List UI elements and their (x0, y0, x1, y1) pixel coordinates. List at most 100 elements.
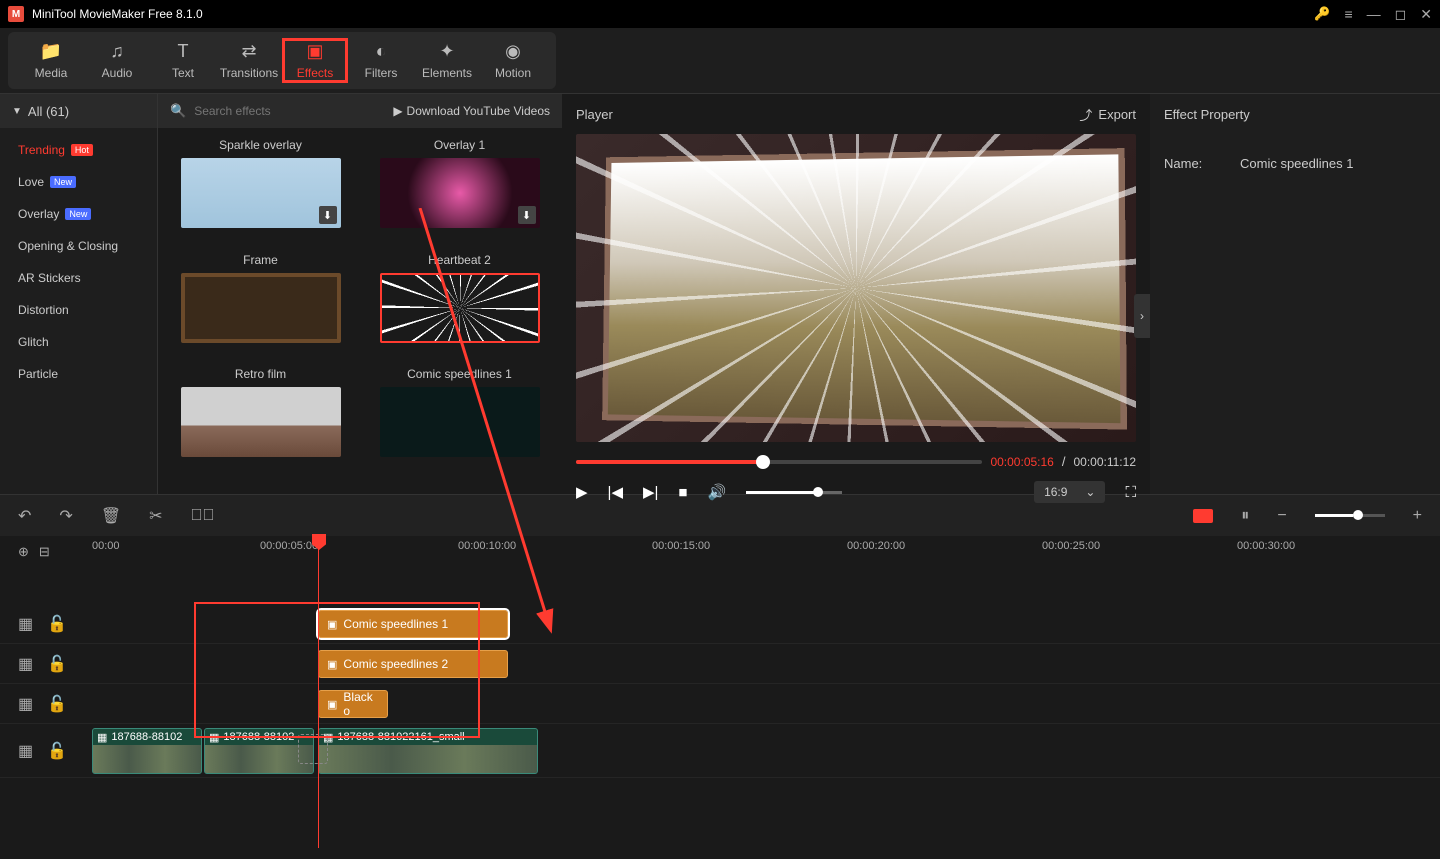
clip-video-1[interactable]: ▦187688-88102 (92, 728, 202, 774)
time-total: 00:00:11:12 (1073, 455, 1136, 469)
youtube-icon: ▶ (393, 104, 402, 118)
effect-comic-speedlines-1[interactable] (380, 387, 540, 457)
effect-overlay-1[interactable]: ⬇ (380, 158, 540, 228)
crop-icon[interactable]: ✂⃞ (191, 507, 215, 525)
tab-audio[interactable]: ♫Audio (84, 38, 150, 83)
export-button[interactable]: ⤴Export (1079, 105, 1136, 124)
search-input[interactable] (194, 104, 393, 118)
category-distortion[interactable]: Distortion (0, 294, 157, 326)
lock-icon[interactable]: 🔓 (47, 694, 67, 714)
property-header: Effect Property (1164, 94, 1426, 134)
tab-elements[interactable]: ✦Elements (414, 38, 480, 83)
badge-hot: Hot (71, 144, 93, 156)
volume-slider[interactable] (746, 491, 842, 494)
zoom-in-icon[interactable]: + (1413, 507, 1422, 525)
clip-effect-1[interactable]: ▣Comic speedlines 1 (318, 610, 508, 638)
category-overlay[interactable]: OverlayNew (0, 198, 157, 230)
zoom-slider[interactable] (1315, 514, 1385, 517)
tab-filters[interactable]: ◐Filters (348, 38, 414, 83)
property-panel: Effect Property Name: Comic speedlines 1 (1150, 94, 1440, 494)
menu-icon[interactable]: ≡ (1344, 6, 1352, 22)
undo-icon[interactable]: ↶ (18, 506, 31, 526)
clip-effect-3[interactable]: ▣Black o (318, 690, 388, 718)
video-preview[interactable] (576, 134, 1136, 442)
lock-icon[interactable]: 🔓 (47, 654, 67, 674)
time-current: 00:00:05:16 (990, 455, 1053, 469)
volume-icon[interactable]: 🔊 (707, 483, 726, 501)
effects-sidebar: ▼ All (61) TrendingHot LoveNew OverlayNe… (0, 94, 158, 494)
titlebar: M MiniTool MovieMaker Free 8.1.0 🔑 ≡ — ◻… (0, 0, 1440, 28)
video-track: ▦🔓 ▦187688-88102 ▦187688-88102 ▦187688-8… (0, 724, 1440, 778)
play-icon[interactable]: ▶ (576, 483, 588, 501)
effect-clip-icon: ▣ (327, 658, 337, 671)
magnet-icon[interactable]: ⏸ (1241, 507, 1249, 525)
download-icon[interactable]: ⬇ (319, 206, 337, 224)
download-icon[interactable]: ⬇ (518, 206, 536, 224)
folder-icon: 📁 (40, 41, 62, 62)
elements-icon: ✦ (439, 41, 454, 62)
tab-media[interactable]: 📁Media (18, 38, 84, 83)
transitions-icon: ⇄ (241, 41, 256, 62)
download-youtube-link[interactable]: ▶Download YouTube Videos (393, 104, 550, 118)
prop-name-label: Name: (1164, 156, 1240, 171)
prev-icon[interactable]: |◀ (608, 483, 623, 501)
redo-icon[interactable]: ↷ (59, 506, 72, 526)
seek-slider[interactable] (576, 460, 982, 464)
collapse-tracks-icon[interactable]: ⊟ (39, 544, 50, 560)
snap-icon[interactable] (1193, 509, 1213, 523)
clip-video-3[interactable]: ▦187688-881022161_small (318, 728, 538, 774)
tab-transitions[interactable]: ⇄Transitions (216, 38, 282, 83)
effect-heartbeat-2[interactable] (380, 273, 540, 343)
effect-frame[interactable] (181, 273, 341, 343)
track-type-icon[interactable]: ▦ (18, 694, 33, 714)
tab-text[interactable]: TText (150, 38, 216, 83)
next-icon[interactable]: ▶| (643, 483, 658, 501)
category-all[interactable]: ▼ All (61) (0, 94, 157, 128)
close-icon[interactable]: ✕ (1420, 6, 1432, 23)
video-clip-icon: ▦ (209, 731, 219, 744)
category-opening-closing[interactable]: Opening & Closing (0, 230, 157, 262)
tab-motion[interactable]: ◉Motion (480, 38, 546, 83)
player-panel: Player ⤴Export › 00:00:05:16 / 00:00:11:… (562, 94, 1150, 494)
clip-effect-2[interactable]: ▣Comic speedlines 2 (318, 650, 508, 678)
category-trending[interactable]: TrendingHot (0, 134, 157, 166)
fullscreen-icon[interactable]: ⛶ (1125, 484, 1136, 501)
effect-label: Heartbeat 2 (428, 253, 491, 267)
effect-track-3: ▦ 🔓 ▣Black o (0, 684, 1440, 724)
delete-icon[interactable]: 🗑 (101, 506, 121, 526)
effect-retro-film[interactable] (181, 387, 341, 457)
effects-panel: 🔍 ▶Download YouTube Videos Sparkle overl… (158, 94, 562, 494)
key-icon[interactable]: 🔑 (1314, 6, 1330, 22)
lock-icon[interactable]: 🔓 (47, 614, 67, 634)
minimize-icon[interactable]: — (1367, 6, 1381, 22)
effect-sparkle-overlay[interactable]: ⬇ (181, 158, 341, 228)
maximize-icon[interactable]: ◻ (1395, 6, 1407, 23)
stop-icon[interactable]: ■ (678, 484, 687, 501)
track-type-icon[interactable]: ▦ (18, 654, 33, 674)
search-icon: 🔍 (170, 103, 186, 119)
effect-label: Comic speedlines 1 (407, 367, 512, 381)
motion-icon: ◉ (505, 41, 521, 62)
category-ar-stickers[interactable]: AR Stickers (0, 262, 157, 294)
category-love[interactable]: LoveNew (0, 166, 157, 198)
effect-label: Frame (243, 253, 278, 267)
tab-effects[interactable]: ▣Effects (282, 38, 348, 83)
panel-expand-button[interactable]: › (1134, 294, 1150, 338)
category-particle[interactable]: Particle (0, 358, 157, 390)
track-type-icon[interactable]: ▦ (18, 614, 33, 634)
timeline-tracks: ▦ 🔓 ▣Comic speedlines 1 ▦ 🔓 ▣Comic speedli… (0, 568, 1440, 848)
track-type-icon[interactable]: ▦ (18, 741, 33, 761)
chevron-down-icon: ▼ (12, 106, 22, 117)
top-toolbar: 📁Media ♫Audio TText ⇄Transitions ▣Effect… (0, 28, 1440, 94)
aspect-ratio-select[interactable]: 16:9⌄ (1034, 481, 1105, 503)
category-glitch[interactable]: Glitch (0, 326, 157, 358)
badge-new: New (50, 176, 76, 188)
split-icon[interactable]: ✂ (149, 506, 162, 526)
lock-icon[interactable]: 🔓 (47, 741, 67, 761)
text-icon: T (178, 41, 189, 62)
effect-clip-icon: ▣ (327, 698, 337, 711)
zoom-out-icon[interactable]: − (1277, 507, 1286, 525)
add-track-icon[interactable]: ⊕ (18, 544, 29, 560)
category-all-label: All (61) (28, 104, 69, 119)
transition-marker[interactable] (298, 734, 328, 764)
